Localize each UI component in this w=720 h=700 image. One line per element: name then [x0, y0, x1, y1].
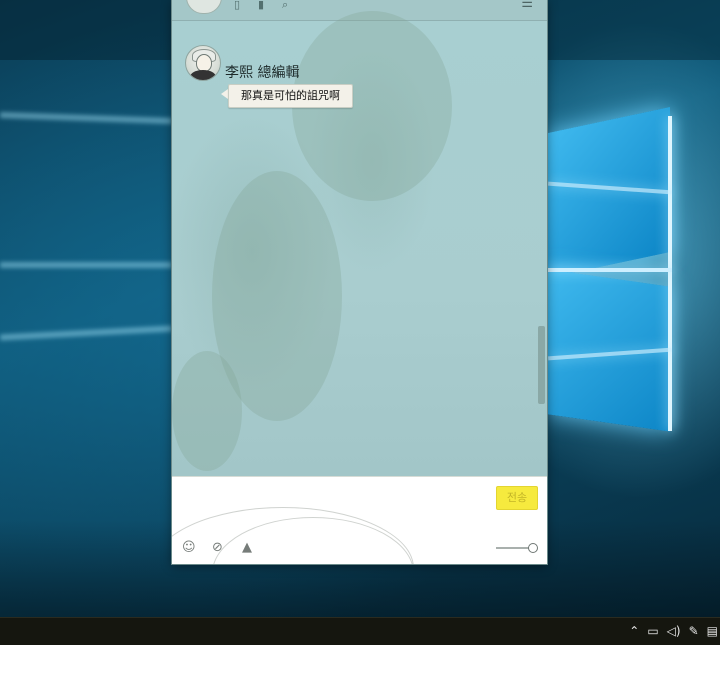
- chevron-up-icon[interactable]: ⌃: [629, 618, 639, 645]
- file-icon[interactable]: ▯: [234, 0, 240, 10]
- system-tray: ⌃ ▭ ◁) ✎ ▤: [629, 618, 720, 645]
- emoji-icon[interactable]: ☺: [182, 540, 196, 555]
- opacity-slider-track[interactable]: [496, 547, 530, 549]
- chat-window: ▯ ▮ ⌕ ☰ 李熙 總編輯 那真是可怕的詛咒啊 전송 ☺ ⊘ ▲: [172, 0, 547, 564]
- network-icon[interactable]: ▭: [647, 618, 658, 645]
- message-input[interactable]: 전송 ☺ ⊘ ▲: [172, 476, 547, 564]
- avatar-shoulders: [190, 70, 216, 80]
- menu-icon[interactable]: ☰: [521, 0, 533, 11]
- windows-logo-frame: [668, 116, 672, 431]
- calendar-icon[interactable]: ▮: [258, 0, 264, 10]
- send-button[interactable]: 전송: [496, 486, 538, 510]
- volume-icon[interactable]: ◁): [667, 618, 681, 645]
- sender-avatar[interactable]: [185, 45, 221, 81]
- attach-icon[interactable]: ⊘: [212, 540, 223, 555]
- opacity-slider-knob[interactable]: [528, 543, 538, 553]
- light-beam: [0, 262, 172, 268]
- pen-icon[interactable]: ✎: [689, 618, 699, 645]
- light-beam: [0, 325, 173, 341]
- windows-logo-frame: [548, 268, 672, 272]
- scrollbar[interactable]: [538, 326, 545, 404]
- image-icon[interactable]: ▲: [242, 540, 252, 555]
- message-area[interactable]: 李熙 總編輯 那真是可怕的詛咒啊: [172, 11, 547, 476]
- bubble-tail: [221, 89, 228, 99]
- header-avatar[interactable]: [186, 0, 222, 14]
- taskbar: ⌃ ▭ ◁) ✎ ▤: [0, 617, 720, 645]
- background-art: [172, 351, 242, 471]
- message-bubble[interactable]: 那真是可怕的詛咒啊: [228, 84, 353, 108]
- light-beam: [0, 112, 173, 124]
- keyboard-icon[interactable]: ▤: [707, 618, 718, 645]
- sender-name: 李熙 總編輯: [225, 65, 300, 81]
- search-icon[interactable]: ⌕: [282, 0, 288, 10]
